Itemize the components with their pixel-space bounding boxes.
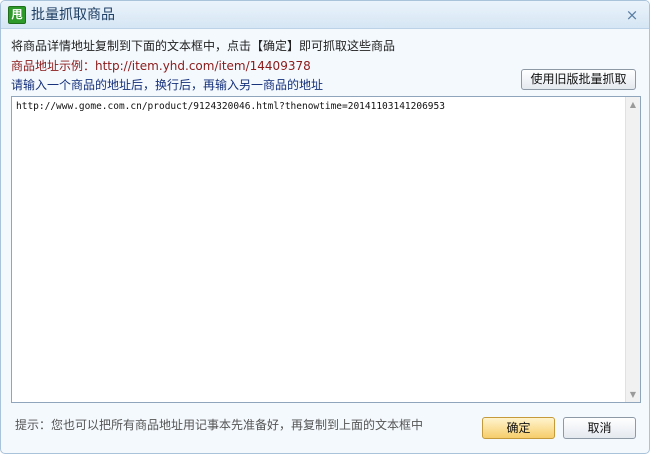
cancel-button[interactable]: 取消 bbox=[563, 417, 636, 439]
input-format-text: 请输入一个商品的地址后，换行后，再输入另一商品的地址 bbox=[11, 78, 324, 92]
legacy-batch-fetch-button[interactable]: 使用旧版批量抓取 bbox=[521, 69, 636, 90]
close-icon[interactable]: × bbox=[623, 6, 641, 24]
hint-text: 提示：您也可以把所有商品地址用记事本先准备好，再复制到上面的文本框中 bbox=[15, 418, 424, 432]
ok-button[interactable]: 确定 bbox=[482, 417, 555, 439]
example-url-text: 商品地址示例：http://item.yhd.com/item/14409378 bbox=[11, 59, 311, 73]
scroll-down-icon[interactable]: ▼ bbox=[626, 387, 640, 402]
batch-fetch-dialog: 甩 批量抓取商品 × 将商品详情地址复制到下面的文本框中，点击【确定】即可抓取这… bbox=[0, 0, 650, 454]
app-logo-icon: 甩 bbox=[8, 6, 26, 24]
vertical-scrollbar[interactable]: ▲ ▼ bbox=[625, 97, 640, 402]
instruction-text: 将商品详情地址复制到下面的文本框中，点击【确定】即可抓取这些商品 bbox=[11, 39, 396, 53]
url-textarea[interactable]: http://www.gome.com.cn/product/912432004… bbox=[11, 96, 641, 403]
scroll-up-icon[interactable]: ▲ bbox=[626, 97, 640, 112]
title-bar[interactable]: 甩 批量抓取商品 × bbox=[1, 1, 649, 29]
url-textarea-content[interactable]: http://www.gome.com.cn/product/912432004… bbox=[16, 100, 621, 114]
dialog-title: 批量抓取商品 bbox=[31, 7, 115, 23]
